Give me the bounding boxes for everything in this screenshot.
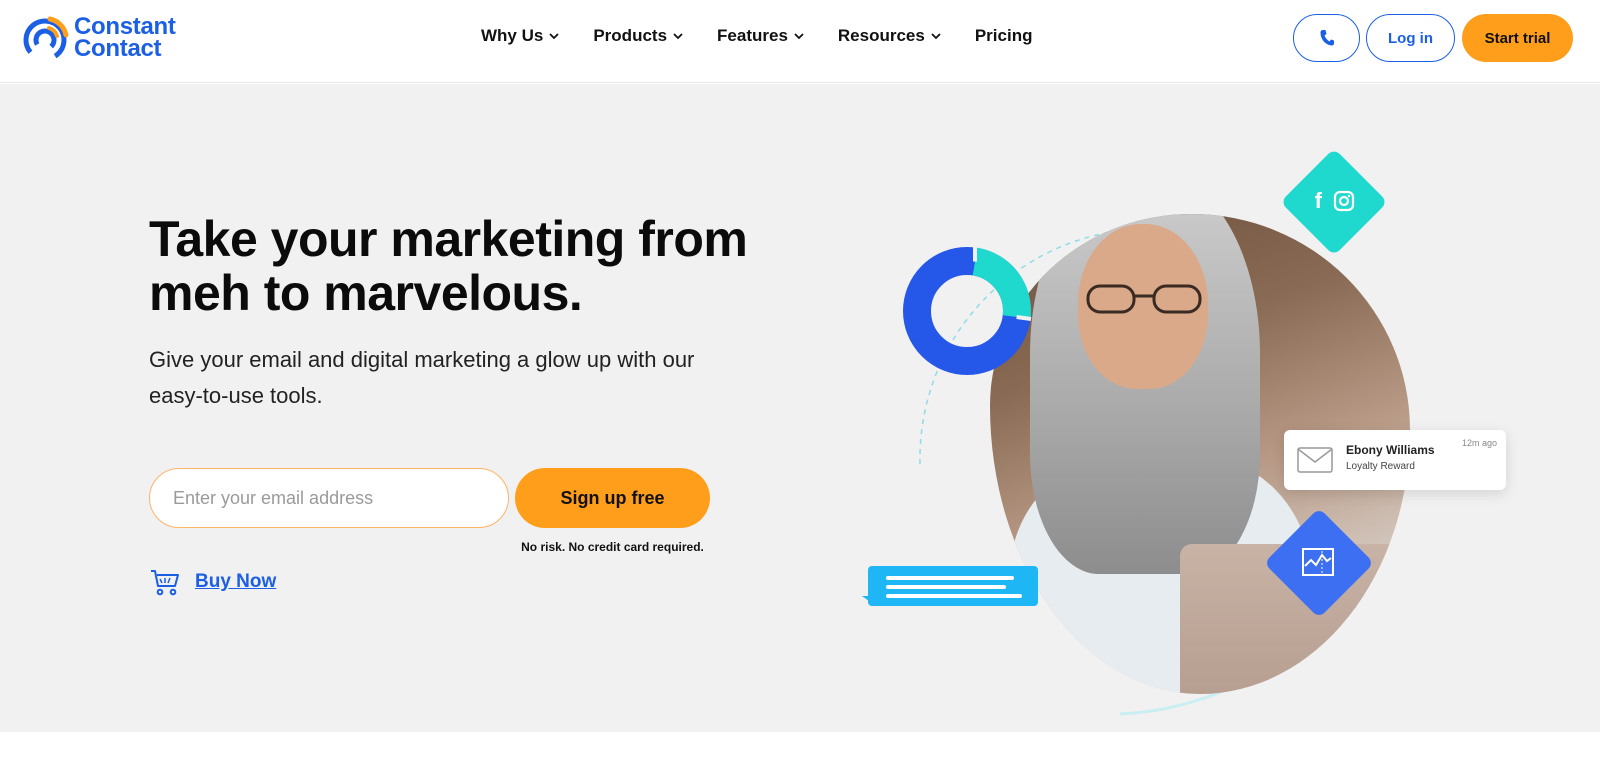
buy-now-link[interactable]: Buy Now [149, 566, 276, 598]
notification-subtitle: Loyalty Reward [1346, 461, 1415, 472]
buy-now-label: Buy Now [195, 571, 277, 592]
nav-label: Resources [837, 26, 925, 45]
nav-products[interactable]: Products [593, 26, 683, 46]
nav-features[interactable]: Features [717, 26, 804, 46]
glasses-shape [1086, 284, 1202, 314]
notification-time: 12m ago [1461, 438, 1497, 448]
message-line [886, 594, 1022, 598]
chevron-down-icon [794, 33, 804, 40]
hero-subheadline: Give your email and digital marketing a … [149, 347, 695, 408]
notification-card: Ebony Williams Loyalty Reward 12m ago [1284, 430, 1506, 490]
logo-icon [23, 16, 69, 62]
notification-name: Ebony Williams [1346, 443, 1435, 457]
message-line [886, 585, 1006, 589]
start-trial-button[interactable]: Start trial [1462, 14, 1573, 62]
line-chart-icon [1302, 548, 1334, 576]
donut-chart-icon [903, 247, 1032, 375]
page-bottom-strip [0, 732, 1600, 764]
nav-label: Pricing [974, 26, 1033, 45]
constant-contact-logo[interactable]: Constant Contact [20, 12, 176, 64]
bubble-tail [862, 596, 876, 606]
chevron-down-icon [673, 33, 683, 40]
instagram-icon [1334, 190, 1355, 212]
main-nav: Why Us Products Features Resources Prici… [481, 26, 1032, 46]
chevron-down-icon [549, 33, 559, 40]
nav-label: Why Us [481, 26, 544, 45]
nav-label: Products [593, 26, 668, 45]
phone-icon [1320, 30, 1334, 46]
sign-up-free-button[interactable]: Sign up free [515, 468, 710, 528]
hero-section: Take your marketing from meh to marvelou… [0, 84, 1600, 732]
nav-label: Features [717, 26, 788, 45]
logo-wordmark: Constant Contact [74, 15, 176, 62]
chevron-down-icon [931, 33, 941, 40]
email-input[interactable] [149, 468, 509, 528]
nav-resources[interactable]: Resources [838, 26, 941, 46]
phone-button[interactable] [1293, 14, 1360, 62]
envelope-icon [1297, 447, 1333, 473]
cart-icon [151, 570, 179, 596]
message-line [886, 576, 1014, 580]
hero-illustration: f Ebony Williams Loyalty Reward 12m ago [860, 134, 1520, 724]
chat-message-bubble [862, 566, 1038, 606]
hero-headline: Take your marketing from meh to marvelou… [149, 211, 748, 321]
nav-pricing[interactable]: Pricing [975, 26, 1033, 46]
login-button[interactable]: Log in [1366, 14, 1455, 62]
nav-why-us[interactable]: Why Us [481, 26, 559, 46]
no-risk-note: No risk. No credit card required. [521, 540, 704, 554]
site-header: Constant Contact Why Us Products Feature… [0, 0, 1600, 83]
social-icons: f [1309, 186, 1361, 216]
facebook-icon: f [1314, 188, 1322, 213]
logo-line2: Contact [74, 35, 162, 62]
